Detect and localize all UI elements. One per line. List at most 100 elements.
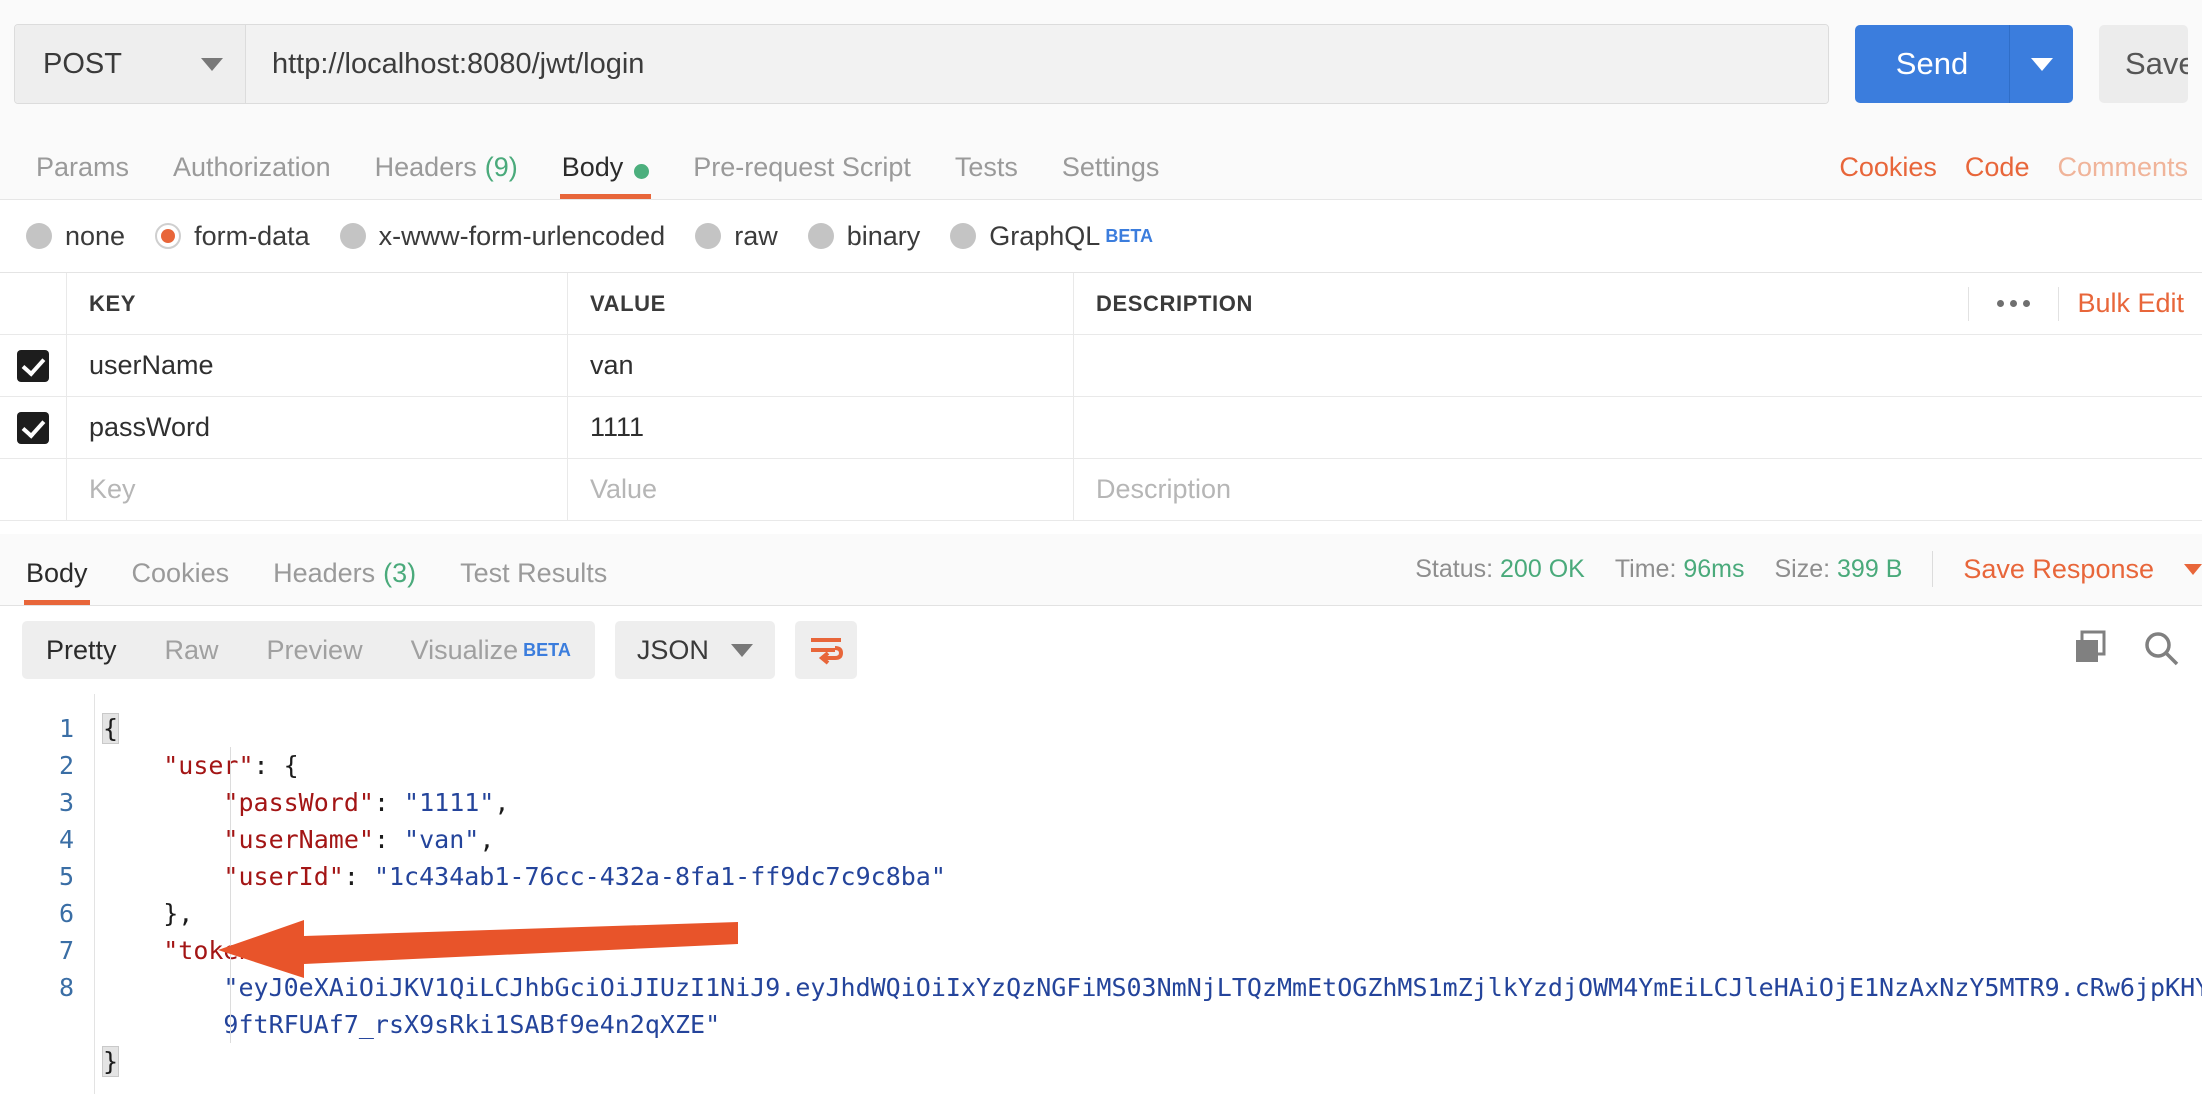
form-data-table: KEY VALUE DESCRIPTION Bulk Edit userName… (0, 272, 2202, 521)
request-tab-pre-request-script[interactable]: Pre-request Script (671, 128, 933, 199)
code-token: "userName" (223, 825, 374, 854)
response-format-selector[interactable]: JSON (614, 621, 775, 679)
line-number: 4 (58, 825, 74, 854)
tab-label: Headers (273, 558, 376, 588)
table-row[interactable]: passWord 1111 (0, 397, 2202, 459)
table-rows: userName van passWord 1111 Key Value Descripti… (0, 335, 2202, 521)
table-row[interactable]: userName van (0, 335, 2202, 397)
bulk-edit-button[interactable]: Bulk Edit (2059, 288, 2202, 319)
request-tab-body[interactable]: Body (540, 128, 672, 199)
code-token: }, (163, 899, 194, 928)
cell-description[interactable]: Description (1074, 459, 2202, 520)
code-token: "token" (163, 936, 269, 965)
send-button[interactable]: Send (1855, 25, 2009, 103)
body-type-binary[interactable]: binary (807, 221, 920, 252)
body-type-x-www-form-urlencoded[interactable]: x-www-form-urlencoded (339, 221, 665, 252)
cell-key[interactable]: userName (67, 335, 568, 396)
cell-value[interactable]: van (568, 335, 1074, 396)
size-group: Size: 399 B (1774, 555, 1902, 584)
line-number: 8 (58, 973, 74, 1002)
time-value: 96ms (1683, 554, 1745, 583)
radio-icon (807, 223, 834, 249)
request-link-comments[interactable]: Comments (2043, 152, 2202, 183)
code-token: "1c434ab1-76cc-432a-8fa1-ff9dc7c9c8ba" (373, 862, 946, 891)
view-mode-visualize[interactable]: Visualize BETA (387, 621, 595, 679)
radio-label: form-data (194, 220, 310, 251)
request-tab-headers[interactable]: Headers (9) (353, 128, 540, 199)
tab-label: Params (36, 152, 130, 182)
request-tab-tests[interactable]: Tests (933, 128, 1040, 199)
view-mode-pretty[interactable]: Pretty (22, 621, 141, 679)
chevron-down-icon (201, 57, 223, 71)
response-tab-body[interactable]: Body (4, 534, 110, 605)
tab-label: Test Results (460, 558, 608, 588)
response-meta: Status: 200 OK Time: 96ms Size: 399 B Sa… (1415, 551, 2202, 605)
request-tab-authorization[interactable]: Authorization (151, 128, 353, 199)
send-options-button[interactable] (2009, 25, 2073, 103)
cell-key[interactable]: passWord (67, 397, 568, 458)
response-tab-headers[interactable]: Headers (3) (251, 534, 438, 605)
table-row[interactable]: Key Value Description (0, 459, 2202, 521)
code-token: "user" (163, 751, 254, 780)
code-token: : (373, 788, 405, 817)
line-number: 5 (58, 862, 74, 891)
request-link-cookies[interactable]: Cookies (1825, 152, 1951, 183)
cell-key[interactable]: Key (67, 459, 568, 520)
view-mode-preview[interactable]: Preview (243, 621, 387, 679)
code-token: "van" (404, 825, 480, 854)
view-mode-segmented-control: Pretty Raw Preview Visualize BETA (22, 621, 595, 679)
request-tab-settings[interactable]: Settings (1040, 128, 1182, 199)
cell-value[interactable]: Value (568, 459, 1074, 520)
code-token: : (343, 862, 374, 891)
save-button[interactable]: Save (2099, 25, 2188, 103)
tab-label: Headers (374, 152, 477, 182)
cell-description[interactable] (1074, 335, 2202, 396)
request-url-input[interactable] (246, 25, 1828, 103)
radio-label: GraphQL (989, 220, 1101, 251)
code-token: 9ftRFUAf7_rsX9sRki1SABf9e4n2qXZE" (223, 1010, 721, 1039)
tab-count: (9) (484, 152, 518, 182)
row-checkbox-cell[interactable] (0, 397, 67, 458)
http-method-selector[interactable]: POST (15, 25, 246, 103)
request-tab-params[interactable]: Params (14, 128, 151, 199)
tab-label: Cookies (131, 558, 230, 588)
radio-label: raw (734, 220, 778, 251)
cell-description[interactable] (1074, 397, 2202, 458)
checkbox-checked-icon[interactable] (17, 411, 49, 444)
code-line: "eyJ0eXAiOiJKV1QiLCJhbGciOiJIUzI1NiJ9.ey… (103, 969, 2202, 1006)
search-icon[interactable] (2142, 629, 2180, 672)
body-type-graphql[interactable]: GraphQL BETA (950, 221, 1153, 252)
tab-label: Body (561, 152, 624, 182)
view-mode-raw[interactable]: Raw (141, 621, 243, 679)
code-content[interactable]: { "user": { "passWord": "1111", "userNam… (95, 694, 2202, 1094)
size-label: Size: (1774, 554, 1831, 583)
body-type-form-data[interactable]: form-data (155, 221, 310, 252)
copy-icon[interactable] (2072, 629, 2110, 672)
tab-label: Pre-request Script (693, 152, 911, 182)
body-type-none[interactable]: none (26, 221, 125, 252)
line-number: 3 (58, 788, 74, 817)
beta-badge: BETA (523, 639, 571, 660)
request-link-code[interactable]: Code (1951, 152, 2044, 183)
row-checkbox-cell[interactable] (0, 459, 67, 520)
response-body-viewer[interactable]: 1 2 3 4 5 6 7 8 { "user": { "passWord": "1111",… (0, 694, 2202, 1094)
chevron-down-icon[interactable] (2184, 563, 2202, 575)
response-tab-test-results[interactable]: Test Results (438, 534, 629, 605)
more-options-icon[interactable] (1968, 286, 2060, 321)
save-response-button[interactable]: Save Response (1963, 554, 2154, 585)
wrap-lines-button[interactable] (794, 621, 857, 679)
code-token: { (101, 713, 120, 744)
checkbox-checked-icon[interactable] (17, 349, 49, 382)
row-checkbox-cell[interactable] (0, 335, 67, 396)
status-value: 200 OK (1500, 554, 1585, 583)
body-type-raw[interactable]: raw (695, 221, 778, 252)
mode-label: Pretty (46, 634, 117, 665)
line-number: 6 (58, 899, 74, 928)
code-line: "passWord": "1111", (103, 784, 2202, 821)
code-line: { (101, 710, 2202, 747)
response-tab-cookies[interactable]: Cookies (110, 534, 252, 605)
cell-value[interactable]: 1111 (568, 397, 1074, 458)
